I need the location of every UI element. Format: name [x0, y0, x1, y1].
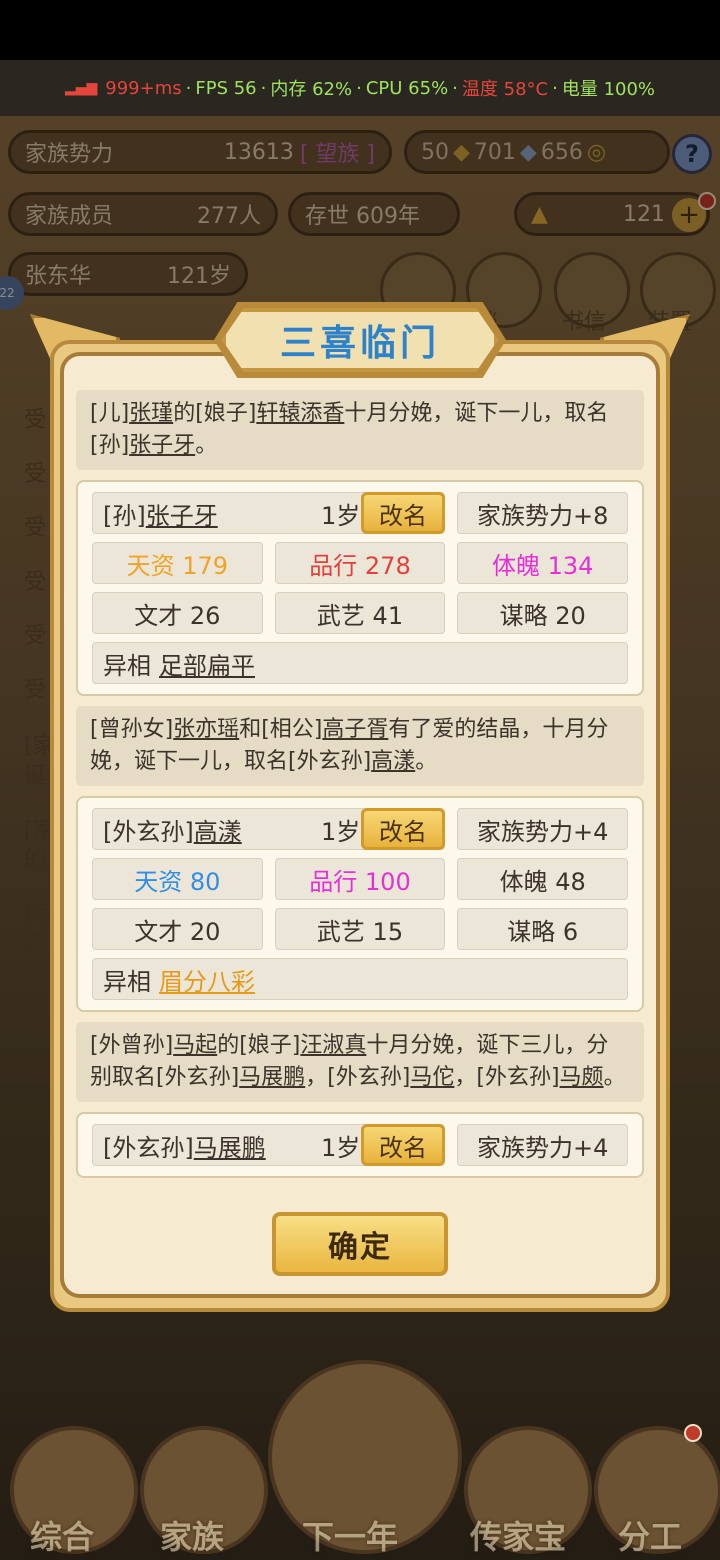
child-name-cell: [外玄孙] 高漾 1岁 改名: [92, 808, 446, 850]
attribute-row: 天资 179 品行 278 体魄 134: [92, 542, 629, 584]
nav-next-year[interactable]: 下一年: [302, 1512, 398, 1558]
child-card: [孙] 张子牙 1岁 改名 家族势力+8 天资 179 品行 278 体魄 134 文才 26 武…: [76, 480, 644, 696]
person-name-link[interactable]: 轩辕添香: [256, 401, 344, 426]
trait-row: 异相 眉分八彩: [92, 958, 628, 1000]
confirm-button[interactable]: 确定: [272, 1212, 448, 1276]
trait-cell: 异相 足部扁平: [92, 642, 628, 684]
person-name-link[interactable]: 汪淑真: [300, 1033, 366, 1058]
trait-row: 异相 足部扁平: [92, 642, 628, 684]
event-message: [曾孙女]张亦瑶和[相公]高子胥有了爱的结晶，十月分娩，诞下一儿，取名[外玄孙]…: [76, 706, 644, 786]
martial-stat: 武艺 41: [274, 592, 446, 634]
ping-text: 999+ms: [105, 77, 182, 99]
nav-heirloom[interactable]: 传家宝: [470, 1512, 566, 1558]
person-name-link[interactable]: 张亦瑶: [173, 717, 239, 742]
message-text: 。: [195, 433, 218, 458]
person-name-link[interactable]: 马颇: [560, 1065, 604, 1090]
child-relation: [外玄孙]: [103, 1133, 194, 1162]
strategy-stat: 谋略 20: [457, 592, 629, 634]
child-card: [外玄孙] 马展鹏 1岁 改名 家族势力+4: [76, 1112, 644, 1178]
message-text: ，[外玄孙]: [454, 1065, 560, 1090]
birth-event-list[interactable]: [儿]张瑾的[娘子]轩辕添香十月分娩，诞下一儿，取名[孙]张子牙。 [孙] 张子牙 1…: [76, 390, 644, 1188]
child-relation: [孙]: [103, 501, 146, 530]
family-power-bonus: 家族势力+4: [457, 808, 628, 850]
child-name-cell: [孙] 张子牙 1岁 改名: [92, 492, 446, 534]
message-text: [儿]: [90, 401, 130, 426]
child-header-row: [外玄孙] 马展鹏 1岁 改名 家族势力+4: [92, 1124, 628, 1166]
message-text: [外曾孙]: [90, 1033, 174, 1058]
person-name-link[interactable]: 张子牙: [129, 433, 195, 458]
trait-cell: 异相 眉分八彩: [92, 958, 628, 1000]
person-name-link[interactable]: 张瑾: [129, 401, 173, 426]
notification-dot: [684, 1424, 702, 1442]
event-message: [外曾孙]马起的[娘子]汪淑真十月分娩，诞下三儿，分别取名[外玄孙]马展鹏，[外…: [76, 1022, 644, 1102]
temperature-text: 温度 58°C: [461, 79, 549, 100]
martial-stat: 武艺 15: [274, 908, 446, 950]
battery-text: 电量 100%: [561, 79, 656, 100]
virtue-stat: 品行 278: [274, 542, 446, 584]
rename-button[interactable]: 改名: [361, 808, 445, 850]
skill-row: 文才 20 武艺 15 谋略 6: [92, 908, 629, 950]
dialog-title: 三喜临门: [222, 308, 498, 372]
person-name-link[interactable]: 高子胥: [322, 717, 388, 742]
message-text: [曾孙女]: [90, 717, 174, 742]
child-age: 1岁: [321, 1133, 361, 1162]
trait-label: 异相: [103, 651, 151, 680]
child-header-row: [孙] 张子牙 1岁 改名 家族势力+8: [92, 492, 628, 534]
child-name[interactable]: 张子牙: [146, 496, 218, 531]
message-text: 。: [603, 1065, 626, 1090]
person-name-link[interactable]: 马起: [173, 1033, 217, 1058]
cpu-text: CPU 65%: [365, 77, 449, 99]
person-name-link[interactable]: 高漾: [371, 749, 415, 774]
nav-overview[interactable]: 综合: [30, 1512, 94, 1558]
person-name-link[interactable]: 马展鹏: [239, 1065, 305, 1090]
child-header-row: [外玄孙] 高漾 1岁 改名 家族势力+4: [92, 808, 628, 850]
child-name-cell: [外玄孙] 马展鹏 1岁 改名: [92, 1124, 446, 1166]
person-name-link[interactable]: 马佗: [410, 1065, 454, 1090]
memory-text: 内存 62%: [270, 79, 353, 100]
event-message: [儿]张瑾的[娘子]轩辕添香十月分娩，诞下一儿，取名[孙]张子牙。: [76, 390, 644, 470]
fps-text: FPS 56: [195, 77, 257, 99]
literacy-stat: 文才 20: [92, 908, 263, 950]
performance-bar: ▂▄▆ 999+ms · FPS 56 · 内存 62% · CPU 65% ·…: [0, 60, 720, 116]
message-text: 的[娘子]: [173, 401, 257, 426]
message-text: 和[相公]: [239, 717, 323, 742]
child-age: 1岁: [321, 817, 361, 846]
child-name[interactable]: 马展鹏: [194, 1128, 266, 1163]
signal-icon: ▂▄▆: [64, 80, 98, 96]
trait-label: 异相: [103, 967, 151, 996]
nav-division[interactable]: 分工: [618, 1512, 682, 1558]
child-card: [外玄孙] 高漾 1岁 改名 家族势力+4 天资 80 品行 100 体魄 48 文才 20 武艺…: [76, 796, 644, 1012]
trait-value[interactable]: 眉分八彩: [159, 962, 255, 997]
nav-family[interactable]: 家族: [160, 1512, 224, 1558]
message-text: ，[外玄孙]: [305, 1065, 411, 1090]
message-text: 的[娘子]: [217, 1033, 301, 1058]
strategy-stat: 谋略 6: [457, 908, 629, 950]
talent-stat: 天资 80: [92, 858, 263, 900]
message-text: 。: [415, 749, 438, 774]
rename-button[interactable]: 改名: [361, 1124, 445, 1166]
talent-stat: 天资 179: [92, 542, 263, 584]
rename-button[interactable]: 改名: [361, 492, 445, 534]
physique-stat: 体魄 48: [457, 858, 629, 900]
child-name[interactable]: 高漾: [194, 812, 242, 847]
virtue-stat: 品行 100: [274, 858, 446, 900]
child-age: 1岁: [321, 501, 361, 530]
literacy-stat: 文才 26: [92, 592, 263, 634]
status-bar: [0, 0, 720, 60]
family-power-bonus: 家族势力+4: [457, 1124, 628, 1166]
physique-stat: 体魄 134: [457, 542, 629, 584]
family-power-bonus: 家族势力+8: [457, 492, 628, 534]
attribute-row: 天资 80 品行 100 体魄 48: [92, 858, 629, 900]
child-relation: [外玄孙]: [103, 817, 194, 846]
trait-value[interactable]: 足部扁平: [159, 646, 255, 681]
skill-row: 文才 26 武艺 41 谋略 20: [92, 592, 629, 634]
